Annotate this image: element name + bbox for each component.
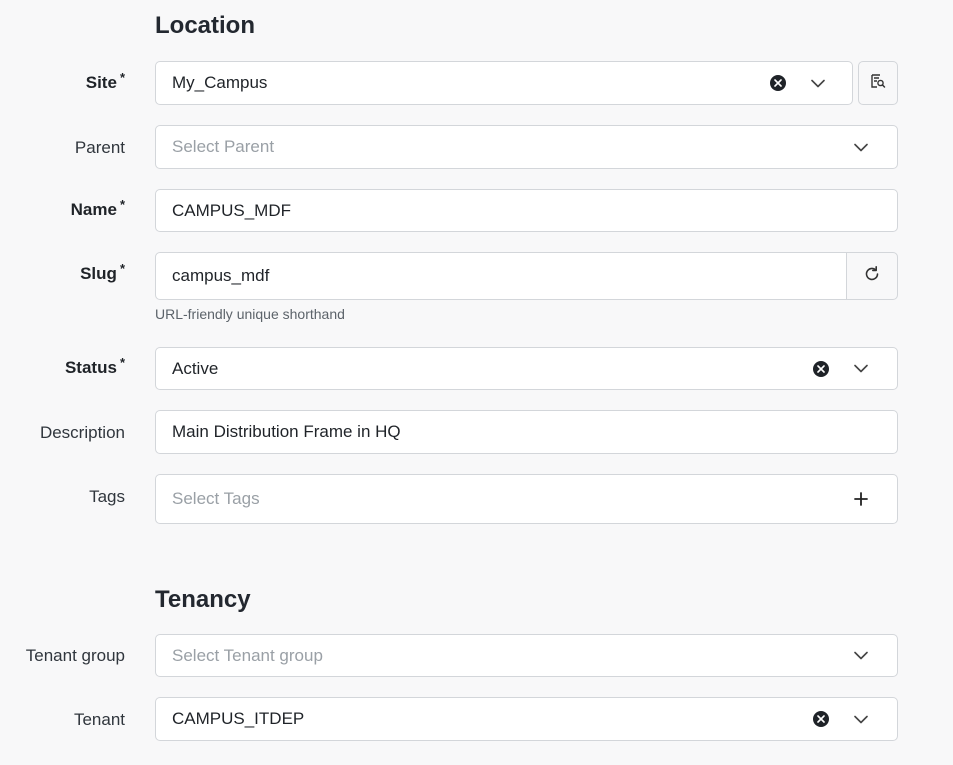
parent-label: Parent [74,138,125,157]
site-select[interactable]: My_Campus [155,61,853,105]
status-select[interactable]: Active [155,347,898,390]
clear-circle-x-icon[interactable] [813,711,829,727]
slug-regenerate-button[interactable] [846,252,898,300]
slug-help-text: URL-friendly unique shorthand [155,306,345,322]
slug-input[interactable]: campus_mdf [155,252,847,300]
tenant-select[interactable]: CAMPUS_ITDEP [155,697,898,741]
slug-input-value: campus_mdf [172,266,270,285]
name-input-value: CAMPUS_MDF [172,200,292,220]
chevron-down-icon[interactable] [853,648,869,664]
slug-label-text: Slug [80,264,117,283]
tags-select-placeholder: Select Tags [172,489,260,508]
parent-select-placeholder: Select Parent [172,137,275,156]
status-label: Status * [64,355,125,378]
site-select-value: My_Campus [172,73,268,92]
name-input[interactable]: CAMPUS_MDF [155,189,898,232]
chevron-down-icon[interactable] [810,75,826,91]
search-selector-icon [870,73,886,94]
parent-select[interactable]: Select Parent [155,125,898,169]
tags-label: Tags [89,487,125,506]
status-select-value: Active [172,358,219,378]
section-title-location: Location [155,12,255,39]
refresh-icon [863,265,881,288]
tenant-select-value: CAMPUS_ITDEP [172,709,305,728]
chevron-down-icon[interactable] [853,139,869,155]
description-label: Description [39,423,125,442]
tags-select[interactable]: Select Tags [155,474,898,524]
chevron-down-icon[interactable] [853,361,869,377]
section-title-tenancy: Tenancy [155,586,251,613]
required-mark: * [119,197,125,212]
site-lookup-button[interactable] [858,61,898,105]
status-label-text: Status [64,358,117,377]
chevron-down-icon[interactable] [853,711,869,727]
slug-label: Slug * [80,261,125,284]
site-label-text: Site [85,73,117,92]
tenant-group-label: Tenant group [25,646,125,665]
clear-circle-x-icon[interactable] [813,360,829,377]
required-mark: * [119,70,125,85]
name-label: Name * [70,197,125,220]
tenant-group-select-placeholder: Select Tenant group [172,645,323,665]
description-input[interactable]: Main Distribution Frame in HQ [155,410,898,454]
name-label-text: Name [70,200,117,219]
site-label: Site * [85,70,125,93]
required-mark: * [119,355,125,370]
plus-icon[interactable] [853,491,869,507]
clear-circle-x-icon[interactable] [770,75,786,91]
tenant-group-select[interactable]: Select Tenant group [155,634,898,677]
tenant-label: Tenant [73,710,125,729]
description-input-value: Main Distribution Frame in HQ [172,422,401,441]
required-mark: * [119,261,125,276]
